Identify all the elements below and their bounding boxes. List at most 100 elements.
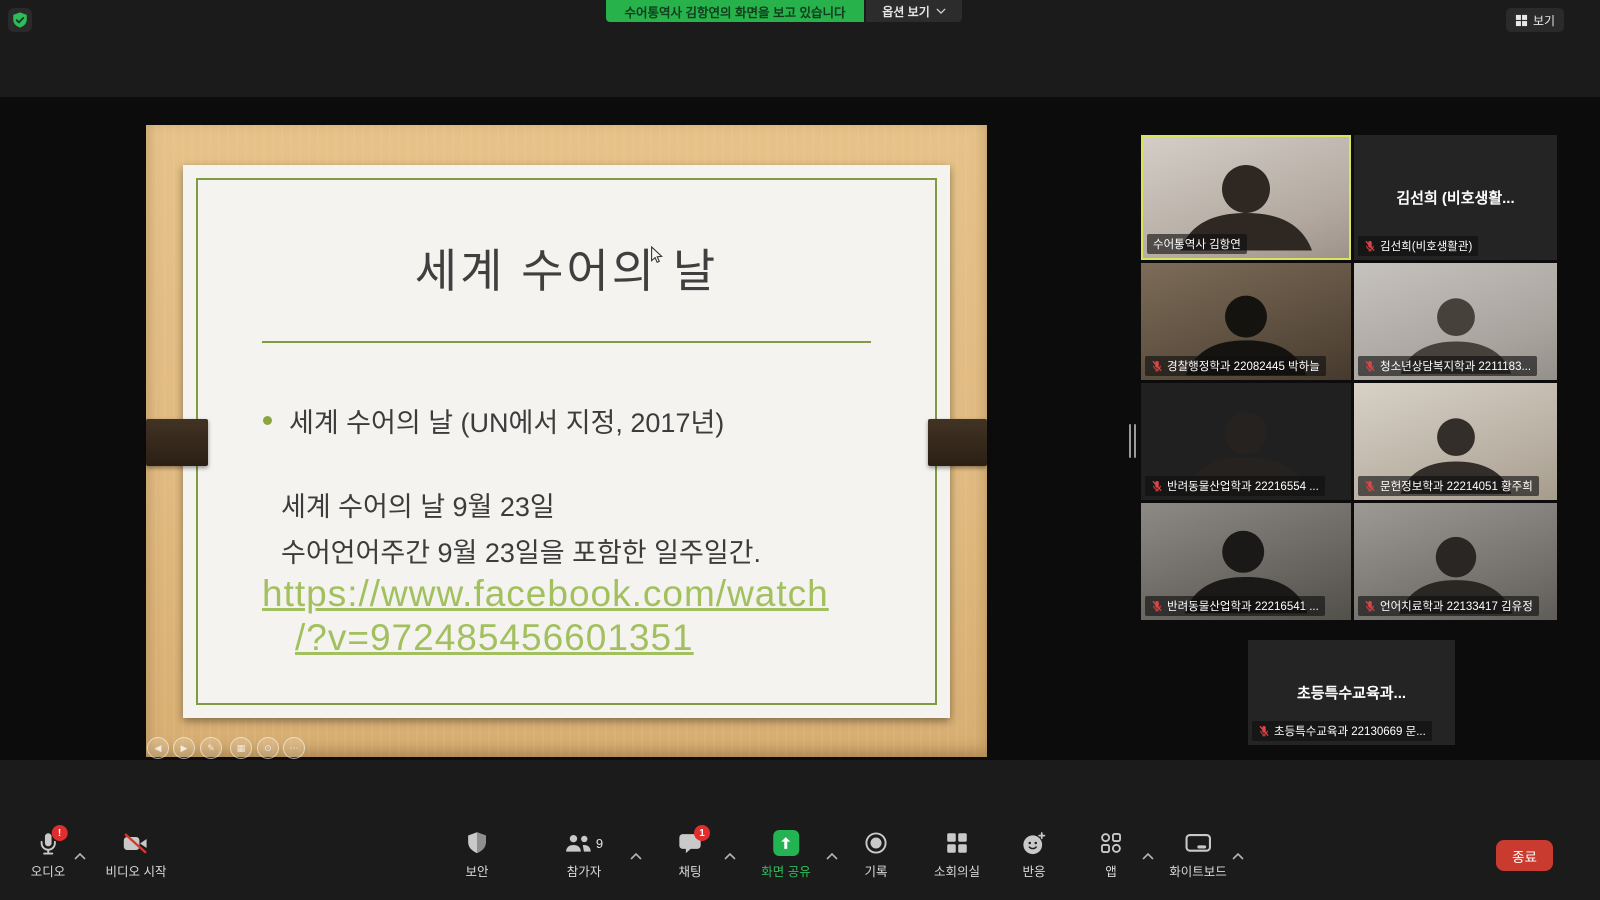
right-frame-clip — [928, 419, 987, 466]
shield-check-icon — [11, 11, 29, 29]
slideshow-more-button[interactable]: ⋯ — [283, 737, 305, 759]
banner-text: 수어통역사 김항연의 화면을 보고 있습니다 — [625, 2, 846, 21]
record-label: 기록 — [864, 861, 887, 880]
participant-name: 언어치료학과 22133417 김유정 — [1380, 598, 1533, 614]
share-screen-icon — [773, 830, 799, 856]
start-video-label: 비디오 시작 — [106, 861, 167, 880]
participant-tile[interactable]: 청소년상담복지학과 2211183... — [1354, 263, 1557, 380]
share-screen-label: 화면 공유 — [761, 861, 810, 880]
apps-button[interactable]: 앱 — [1100, 830, 1122, 880]
participant-tile[interactable]: 경찰행정학과 22082445 박하늘 — [1141, 263, 1351, 380]
slideshow-prev-button[interactable]: ◀ — [147, 737, 169, 759]
slideshow-pen-button[interactable]: ✎ — [200, 737, 222, 759]
participant-name-label: 문헌정보학과 22214051 황주희 — [1358, 476, 1539, 496]
facebook-link-line-2[interactable]: /?v=972485456601351 — [295, 617, 694, 659]
audio-options-chevron[interactable] — [72, 846, 88, 865]
participant-display-name: 김선희 (비호생활... — [1396, 187, 1514, 208]
reactions-button[interactable]: 반응 — [1022, 830, 1047, 880]
participant-tile[interactable]: 문헌정보학과 22214051 황주희 — [1354, 383, 1557, 500]
camera-off-icon — [123, 830, 149, 856]
slideshow-grid-button[interactable]: ▦ — [230, 737, 252, 759]
start-video-button[interactable]: 비디오 시작 — [106, 830, 167, 880]
prev-icon: ◀ — [155, 743, 162, 754]
participant-name-label: 청소년상담복지학과 2211183... — [1358, 356, 1537, 376]
chat-badge: 1 — [694, 825, 710, 841]
muted-mic-icon — [1364, 600, 1376, 612]
next-icon: ▶ — [181, 743, 188, 754]
end-meeting-button[interactable]: 종료 — [1496, 840, 1553, 871]
participant-tile[interactable]: 언어치료학과 22133417 김유정 — [1354, 503, 1557, 620]
grid-icon: ▦ — [237, 743, 246, 754]
chevron-up-icon — [724, 853, 736, 860]
muted-mic-icon — [1151, 360, 1163, 372]
muted-mic-icon — [1364, 240, 1376, 252]
pen-icon: ✎ — [207, 743, 215, 754]
record-icon — [864, 830, 888, 856]
participants-icon — [565, 833, 592, 853]
muted-mic-icon — [1364, 360, 1376, 372]
participant-name: 문헌정보학과 22214051 황주희 — [1380, 478, 1533, 494]
muted-mic-icon — [1364, 480, 1376, 492]
chevron-up-icon — [1142, 853, 1154, 860]
audio-button[interactable]: ! 오디오 — [31, 830, 66, 880]
chat-options-chevron[interactable] — [722, 846, 738, 865]
participant-name: 수어통역사 김항연 — [1153, 236, 1241, 252]
slideshow-zoom-button[interactable]: ⊙ — [257, 737, 279, 759]
whiteboard-options-chevron[interactable] — [1230, 846, 1246, 865]
participant-name-label: 반려동물산업학과 22216541 ... — [1145, 596, 1325, 616]
slide-title: 세계 수어의 날 — [183, 235, 950, 301]
viewing-screen-banner: 수어통역사 김항연의 화면을 보고 있습니다 — [606, 0, 864, 22]
facebook-link-line-1[interactable]: https://www.facebook.com/watch — [262, 573, 829, 615]
apps-icon — [1100, 830, 1122, 856]
participant-tile[interactable]: 반려동물산업학과 22216554 ... — [1141, 383, 1351, 500]
participant-tile-active-speaker[interactable]: 수어통역사 김항연 — [1141, 135, 1351, 260]
slide-line-2: 수어언어주간 9월 23일을 포함한 일주일간. — [281, 531, 761, 570]
chat-button[interactable]: 1 채팅 — [678, 830, 702, 880]
audio-label: 오디오 — [31, 861, 66, 880]
participants-button[interactable]: 9 참가자 — [565, 830, 603, 880]
whiteboard-button[interactable]: 화이트보드 — [1169, 830, 1227, 880]
share-screen-button[interactable]: 화면 공유 — [761, 830, 810, 880]
record-button[interactable]: 기록 — [864, 830, 888, 880]
chat-icon: 1 — [678, 830, 702, 856]
chevron-down-icon — [936, 8, 946, 14]
sidebar-resize-handle[interactable] — [1129, 424, 1138, 460]
participants-options-chevron[interactable] — [628, 846, 644, 865]
zoom-icon: ⊙ — [264, 743, 272, 754]
slideshow-next-button[interactable]: ▶ — [173, 737, 195, 759]
participant-tile[interactable]: 김선희 (비호생활... 김선희(비호생활관) — [1354, 135, 1557, 260]
breakout-rooms-button[interactable]: 소회의실 — [934, 830, 980, 880]
reactions-icon — [1022, 830, 1047, 856]
view-options-button[interactable]: 옵션 보기 — [866, 0, 962, 22]
view-label: 보기 — [1533, 12, 1555, 29]
participant-name: 초등특수교육과 22130669 문... — [1274, 723, 1426, 739]
bullet-text: 세계 수어의 날 (UN에서 지정, 2017년) — [289, 401, 724, 440]
security-label: 보안 — [465, 861, 488, 880]
apps-options-chevron[interactable] — [1140, 846, 1156, 865]
breakout-rooms-label: 소회의실 — [934, 861, 980, 880]
bullet-dot — [263, 416, 272, 425]
slide-line-1: 세계 수어의 날 9월 23일 — [281, 485, 555, 524]
participants-label: 참가자 — [567, 861, 602, 880]
participants-count: 9 — [596, 836, 603, 851]
mic-icon: ! — [36, 830, 59, 856]
participant-name: 반려동물산업학과 22216554 ... — [1167, 478, 1319, 494]
security-button[interactable]: 보안 — [465, 830, 488, 880]
participant-name-label: 초등특수교육과 22130669 문... — [1252, 721, 1432, 741]
zoom-meeting-window: 수어통역사 김항연의 화면을 보고 있습니다 옵션 보기 보기 세계 수어의 날… — [0, 0, 1600, 900]
encryption-badge[interactable] — [8, 8, 32, 32]
whiteboard-label: 화이트보드 — [1169, 861, 1227, 880]
view-options-label: 옵션 보기 — [882, 3, 930, 20]
title-underline — [262, 341, 871, 343]
participant-tile[interactable]: 초등특수교육과... 초등특수교육과 22130669 문... — [1248, 640, 1455, 745]
view-button[interactable]: 보기 — [1506, 8, 1564, 32]
grid-view-icon — [1515, 14, 1528, 27]
participant-display-name: 초등특수교육과... — [1297, 682, 1406, 703]
audio-alert-badge: ! — [51, 825, 67, 841]
chevron-up-icon — [826, 853, 838, 860]
share-options-chevron[interactable] — [824, 846, 840, 865]
participant-name-label: 김선희(비호생활관) — [1358, 236, 1478, 256]
presentation-backdrop: 세계 수어의 날 세계 수어의 날 (UN에서 지정, 2017년) 세계 수어… — [146, 125, 987, 757]
participant-name-label: 경찰행정학과 22082445 박하늘 — [1145, 356, 1326, 376]
participant-tile[interactable]: 반려동물산업학과 22216541 ... — [1141, 503, 1351, 620]
